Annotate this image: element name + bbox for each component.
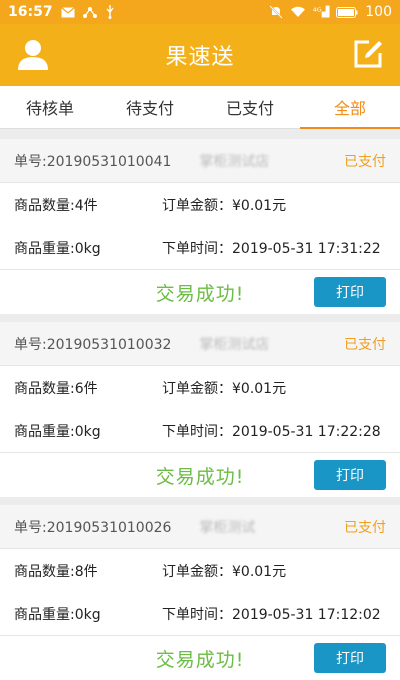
order-time: 下单时间：2019-05-31 17:12:02 xyxy=(162,606,381,623)
share-icon xyxy=(82,7,97,18)
shop-name: 掌柜测试店 xyxy=(199,153,270,170)
order-number: 单号:20190531010032 xyxy=(14,336,172,353)
wifi-icon xyxy=(290,6,305,17)
shop-name: 掌柜测试 xyxy=(199,519,256,536)
item-weight: 商品重量:0kg xyxy=(14,606,101,623)
order-header: 单号:20190531010032 掌柜测试店 已支付 xyxy=(0,322,400,366)
order-list: 单号:20190531010041 掌柜测试店 已支付 商品数量:4件 订单金额… xyxy=(0,129,400,680)
order-footer: 交易成功! 打印 xyxy=(0,636,400,680)
order-tabs: 待核单 待支付 已支付 全部 xyxy=(0,86,400,129)
order-amount: 订单金额：¥0.01元 xyxy=(162,380,287,397)
item-weight: 商品重量:0kg xyxy=(14,423,101,440)
order-time: 下单时间：2019-05-31 17:31:22 xyxy=(162,240,381,257)
signal-icon: ⁴ᴳ▟ xyxy=(312,6,330,18)
status-time: 16:57 xyxy=(8,4,53,20)
order-amount: 订单金额：¥0.01元 xyxy=(162,563,287,580)
order-card[interactable]: 单号:20190531010026 掌柜测试 已支付 商品数量:8件 订单金额：… xyxy=(0,505,400,680)
order-time: 下单时间：2019-05-31 17:22:28 xyxy=(162,423,381,440)
battery-icon xyxy=(336,6,358,18)
tab-pending-review[interactable]: 待核单 xyxy=(0,86,100,128)
system-icons: ⁴ᴳ▟ 100 xyxy=(268,4,392,20)
order-header: 单号:20190531010041 掌柜测试店 已支付 xyxy=(0,139,400,183)
shop-name: 掌柜测试店 xyxy=(199,336,270,353)
tab-all[interactable]: 全部 xyxy=(300,86,400,129)
print-button[interactable]: 打印 xyxy=(314,277,386,307)
order-status: 已支付 xyxy=(344,336,386,353)
item-weight: 商品重量:0kg xyxy=(14,240,101,257)
item-quantity: 商品数量:8件 xyxy=(14,563,98,580)
order-footer: 交易成功! 打印 xyxy=(0,453,400,497)
app-bar: 果速送 xyxy=(0,24,400,86)
mail-icon xyxy=(60,6,75,17)
order-number: 单号:20190531010041 xyxy=(14,153,172,170)
battery-percent: 100 xyxy=(365,4,392,20)
mute-icon xyxy=(268,5,283,19)
order-footer: 交易成功! 打印 xyxy=(0,270,400,314)
order-amount: 订单金额：¥0.01元 xyxy=(162,197,287,214)
order-status: 已支付 xyxy=(344,519,386,536)
app-title: 果速送 xyxy=(165,45,235,70)
order-card[interactable]: 单号:20190531010032 掌柜测试店 已支付 商品数量:6件 订单金额… xyxy=(0,322,400,497)
tab-paid[interactable]: 已支付 xyxy=(200,86,300,128)
notification-icons xyxy=(60,5,115,19)
order-details: 商品数量:8件 订单金额：¥0.01元 商品重量:0kg 下单时间：2019-0… xyxy=(0,549,400,636)
item-quantity: 商品数量:6件 xyxy=(14,380,98,397)
print-button[interactable]: 打印 xyxy=(314,460,386,490)
usb-icon xyxy=(106,5,114,19)
order-details: 商品数量:6件 订单金额：¥0.01元 商品重量:0kg 下单时间：2019-0… xyxy=(0,366,400,453)
item-quantity: 商品数量:4件 xyxy=(14,197,98,214)
order-number: 单号:20190531010026 xyxy=(14,519,172,536)
print-button[interactable]: 打印 xyxy=(314,643,386,673)
status-bar: 16:57 ⁴ᴳ▟ 100 xyxy=(0,0,400,24)
order-header: 单号:20190531010026 掌柜测试 已支付 xyxy=(0,505,400,549)
order-card[interactable]: 单号:20190531010041 掌柜测试店 已支付 商品数量:4件 订单金额… xyxy=(0,139,400,314)
tab-pending-payment[interactable]: 待支付 xyxy=(100,86,200,128)
edit-icon[interactable] xyxy=(352,38,384,70)
order-details: 商品数量:4件 订单金额：¥0.01元 商品重量:0kg 下单时间：2019-0… xyxy=(0,183,400,270)
order-status: 已支付 xyxy=(344,153,386,170)
